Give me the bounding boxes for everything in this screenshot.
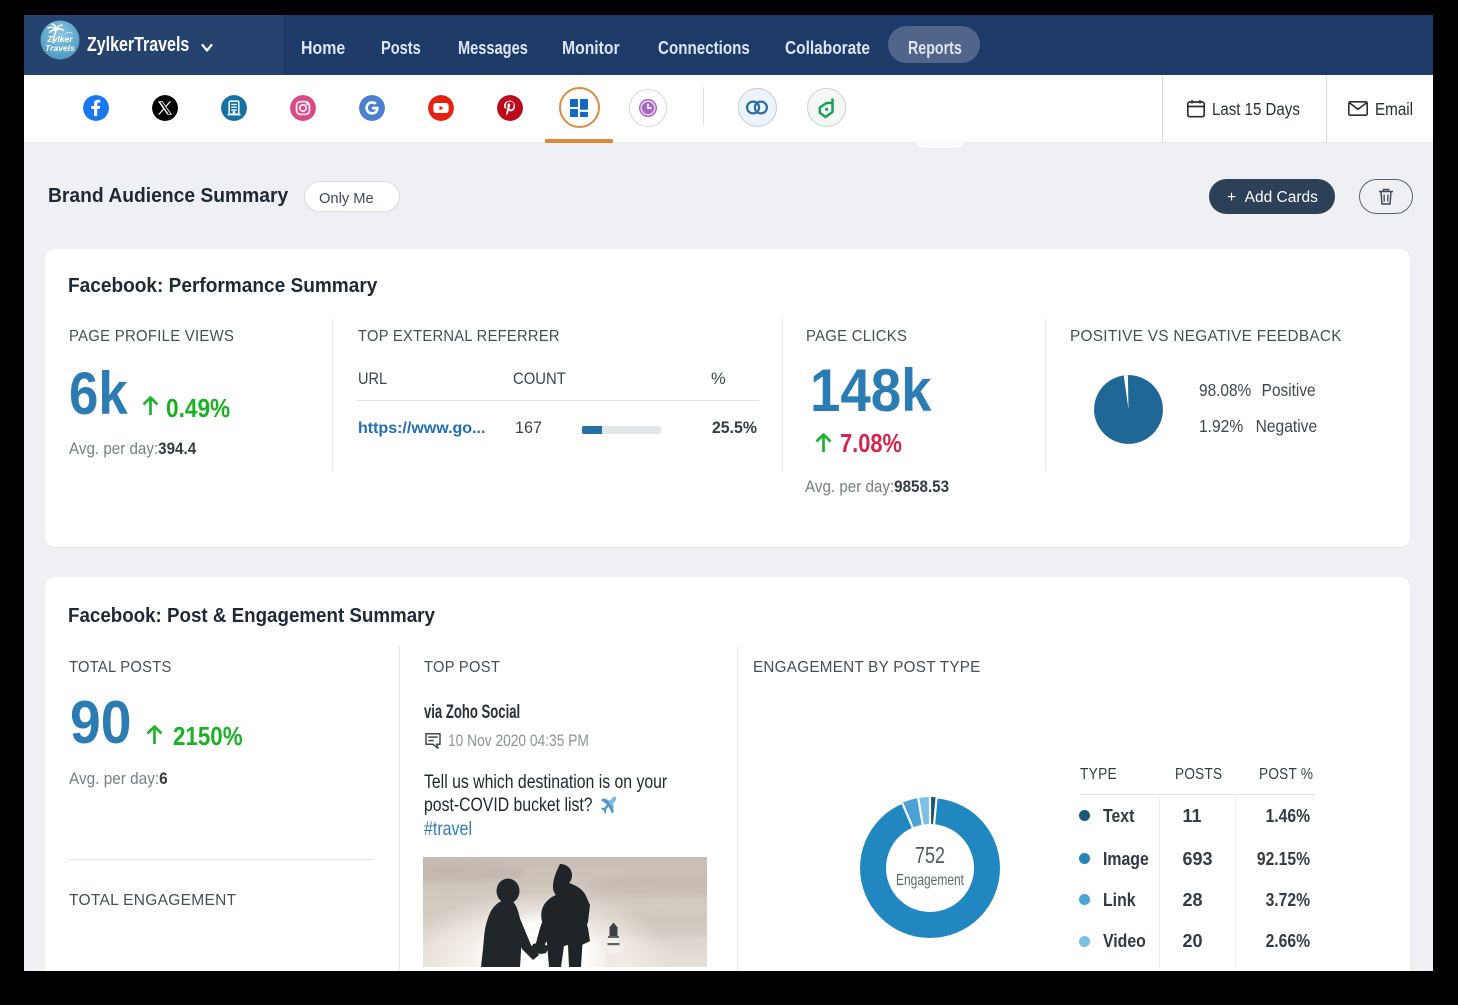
svg-text:Travels: Travels xyxy=(45,43,75,53)
